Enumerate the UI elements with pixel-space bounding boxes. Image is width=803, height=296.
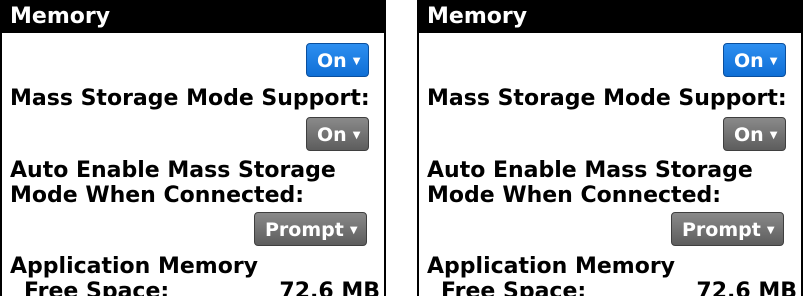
memory-screen-left: Memory On ▼ Mass Storage Mode Support: On… bbox=[0, 0, 386, 296]
free-space-value: 72.6 MB bbox=[696, 279, 797, 296]
title-bar: Memory bbox=[2, 0, 384, 33]
free-space-label: Free Space: bbox=[441, 279, 587, 296]
dropdown-value: Prompt bbox=[265, 219, 344, 241]
chevron-down-icon: ▼ bbox=[352, 56, 361, 67]
chevron-down-icon: ▼ bbox=[352, 130, 361, 141]
mass-storage-dropdown[interactable]: On ▼ bbox=[723, 117, 787, 151]
mass-storage-label: Mass Storage Mode Support: bbox=[427, 86, 787, 111]
dropdown-value: Prompt bbox=[682, 219, 761, 241]
auto-enable-label-line2: Mode When Connected: bbox=[427, 183, 722, 208]
dropdown-value: On bbox=[317, 50, 347, 72]
first-option-dropdown[interactable]: On ▼ bbox=[723, 43, 787, 77]
chevron-down-icon: ▼ bbox=[349, 225, 358, 236]
auto-enable-label-line1: Auto Enable Mass Storage bbox=[427, 158, 753, 183]
application-memory-heading: Application Memory bbox=[427, 254, 676, 279]
chevron-down-icon: ▼ bbox=[769, 56, 778, 67]
auto-enable-label-line2: Mode When Connected: bbox=[10, 183, 305, 208]
free-space-label: Free Space: bbox=[24, 279, 170, 296]
chevron-down-icon: ▼ bbox=[769, 130, 778, 141]
application-memory-heading: Application Memory bbox=[10, 254, 259, 279]
auto-enable-dropdown[interactable]: Prompt ▼ bbox=[671, 212, 784, 246]
dropdown-value: On bbox=[734, 124, 764, 146]
title-bar: Memory bbox=[419, 0, 801, 33]
mass-storage-label: Mass Storage Mode Support: bbox=[10, 86, 370, 111]
memory-screen-right: Memory On ▼ Mass Storage Mode Support: On… bbox=[417, 0, 803, 296]
auto-enable-label-line1: Auto Enable Mass Storage bbox=[10, 158, 336, 183]
dropdown-value: On bbox=[317, 124, 347, 146]
auto-enable-dropdown[interactable]: Prompt ▼ bbox=[254, 212, 367, 246]
mass-storage-dropdown[interactable]: On ▼ bbox=[306, 117, 370, 151]
first-option-dropdown[interactable]: On ▼ bbox=[306, 43, 370, 77]
chevron-down-icon: ▼ bbox=[766, 225, 775, 236]
dropdown-value: On bbox=[734, 50, 764, 72]
free-space-value: 72.6 MB bbox=[279, 279, 380, 296]
